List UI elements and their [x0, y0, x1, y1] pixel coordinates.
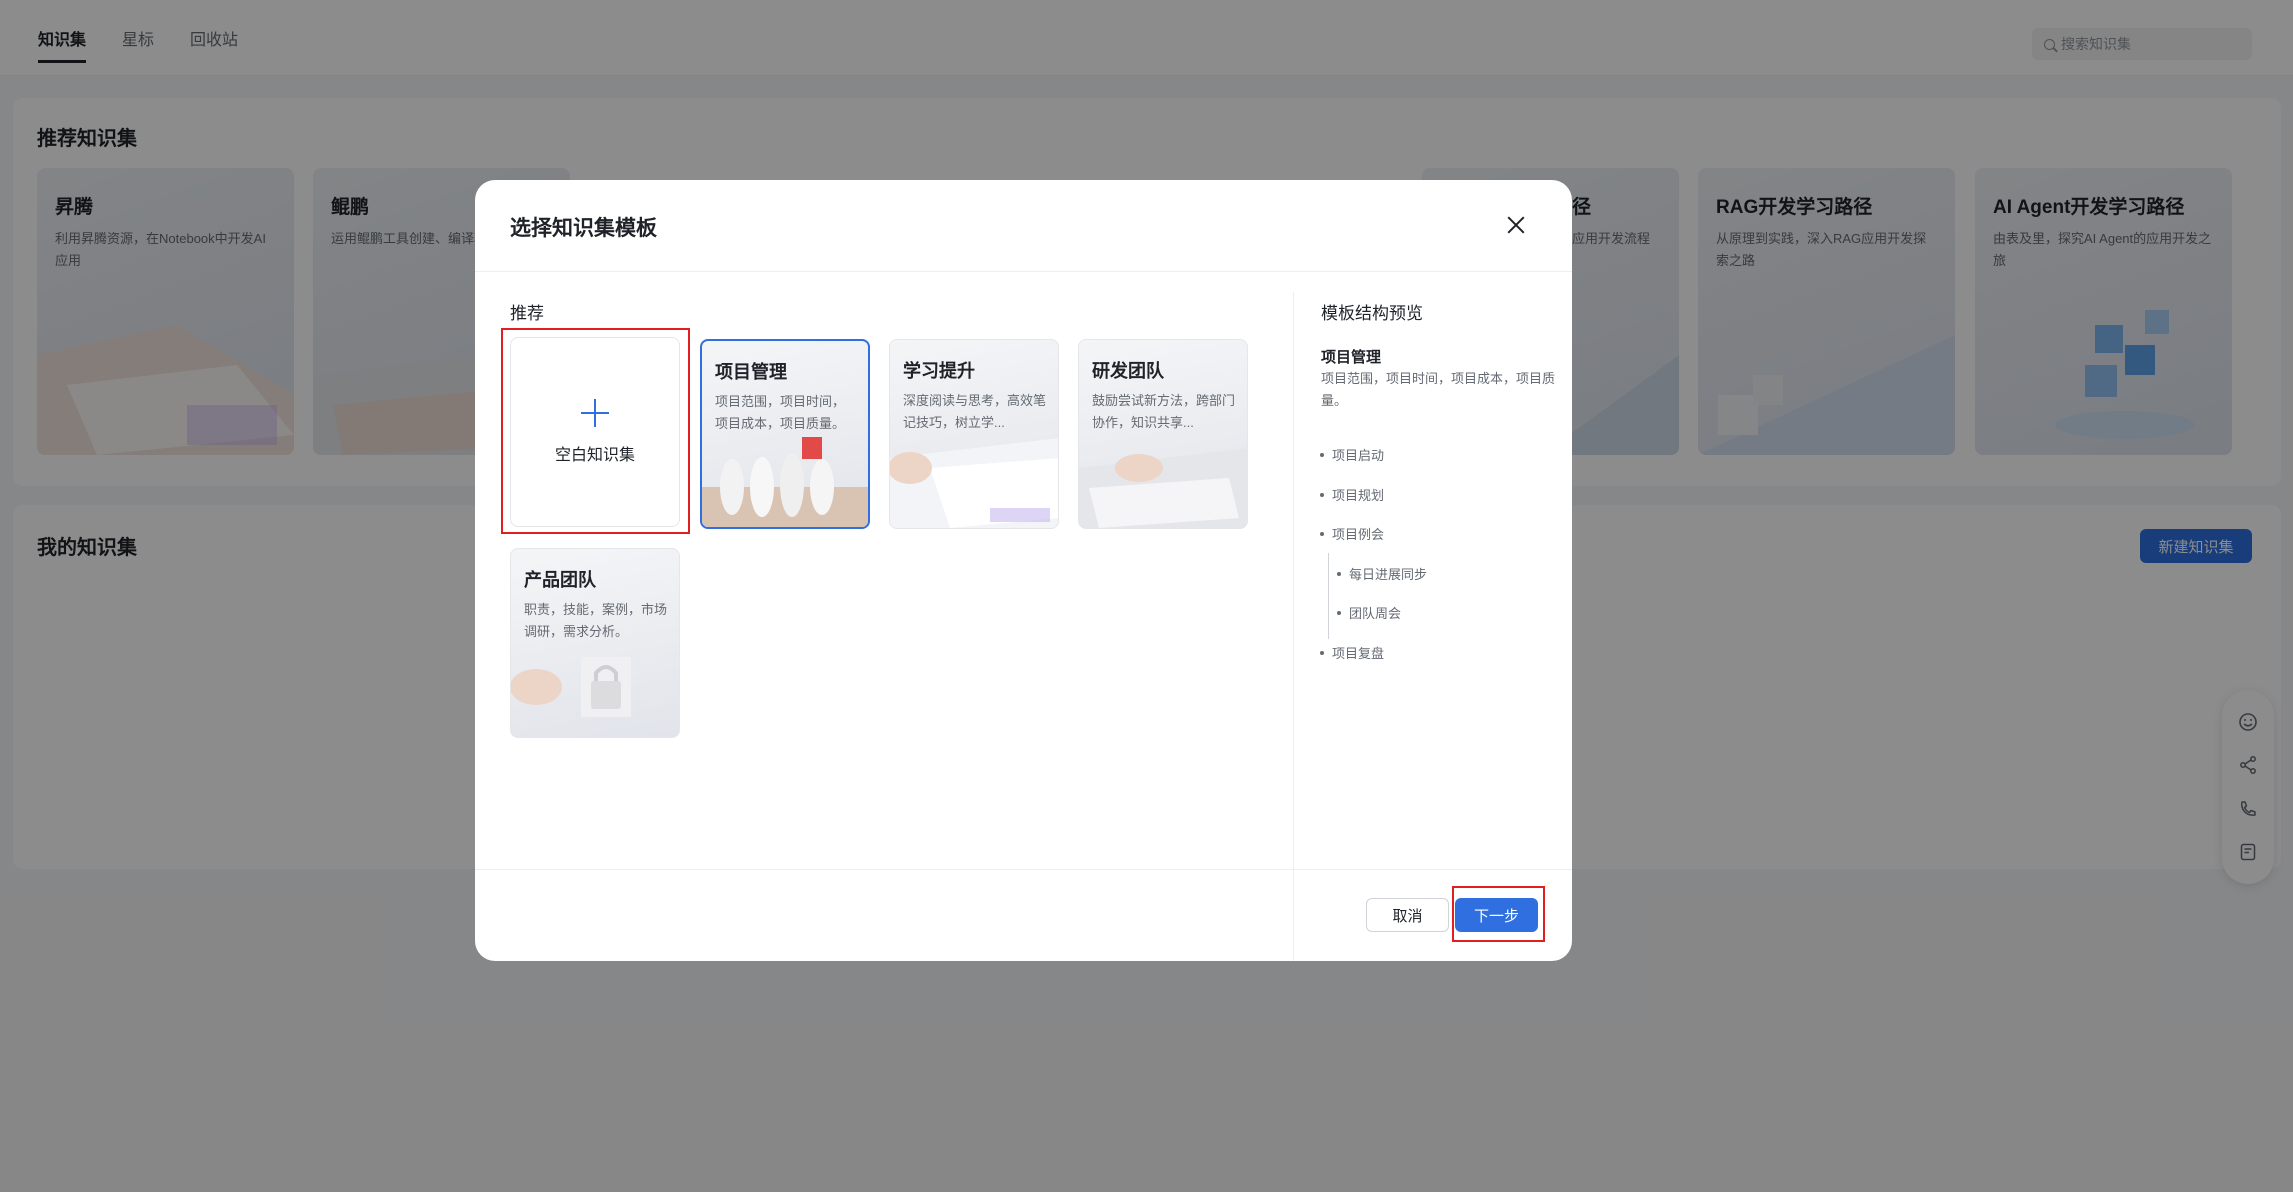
preview-template-desc: 项目范围，项目时间，项目成本，项目质量。: [1321, 371, 1556, 408]
template-desc: 鼓励尝试新方法，跨部门协作，知识共享...: [1092, 393, 1236, 430]
dialog-header-divider: [475, 271, 1572, 272]
preview-item: 项目启动: [1320, 445, 1384, 464]
template-card-rd-team[interactable]: 研发团队 鼓励尝试新方法，跨部门协作，知识共享...: [1078, 339, 1248, 529]
highlight-frame-next: [1452, 886, 1545, 942]
preview-template-name: 项目管理: [1321, 349, 1382, 366]
preview-divider: [1293, 292, 1294, 961]
template-image: [1079, 448, 1247, 528]
preview-item-label: 团队周会: [1349, 606, 1402, 621]
recommended-label: 推荐: [510, 304, 544, 323]
template-card-product-team[interactable]: 产品团队 职责，技能，案例，市场调研，需求分析。: [510, 548, 680, 738]
preview-item-label: 项目例会: [1332, 527, 1385, 542]
bullet-icon: [1337, 571, 1341, 576]
cancel-button[interactable]: 取消: [1366, 898, 1449, 932]
template-desc: 职责，技能，案例，市场调研，需求分析。: [524, 602, 668, 639]
template-desc: 深度阅读与思考，高效笔记技巧，树立学...: [903, 393, 1047, 430]
template-title: 研发团队: [1092, 361, 1164, 381]
template-dialog: 选择知识集模板 推荐 空白知识集 项目管理 项目范围，项目时间，项目成本，项目质…: [475, 180, 1572, 961]
template-card-learning[interactable]: 学习提升 深度阅读与思考，高效笔记技巧，树立学...: [889, 339, 1059, 529]
template-image: [511, 657, 631, 717]
dialog-title: 选择知识集模板: [510, 217, 657, 240]
template-title: 产品团队: [524, 570, 596, 590]
highlight-frame-blank: [501, 328, 690, 534]
template-title: 项目管理: [715, 362, 787, 382]
preview-subitem: 每日进展同步: [1337, 564, 1427, 583]
template-desc: 项目范围，项目时间，项目成本，项目质量。: [715, 394, 846, 431]
preview-item: 项目例会: [1320, 524, 1384, 543]
preview-subitem: 团队周会: [1337, 603, 1401, 622]
preview-item-label: 项目复盘: [1332, 646, 1385, 661]
preview-item-label: 项目启动: [1332, 448, 1385, 463]
bullet-icon: [1320, 452, 1324, 457]
bullet-icon: [1320, 531, 1324, 536]
preview-item-label: 项目规划: [1332, 488, 1385, 503]
preview-title: 模板结构预览: [1321, 304, 1423, 323]
close-icon[interactable]: [1505, 214, 1527, 236]
preview-item: 项目规划: [1320, 485, 1384, 504]
template-card-project-management[interactable]: 项目管理 项目范围，项目时间，项目成本，项目质量。: [700, 339, 870, 529]
template-image: [702, 437, 868, 527]
dialog-footer-divider: [475, 869, 1572, 870]
bullet-icon: [1337, 610, 1341, 615]
preview-item: 项目复盘: [1320, 643, 1384, 662]
bullet-icon: [1320, 650, 1324, 655]
template-title: 学习提升: [903, 361, 975, 381]
preview-tree-line: [1328, 553, 1329, 639]
template-image: [890, 438, 1058, 528]
bullet-icon: [1320, 492, 1324, 497]
preview-item-label: 每日进展同步: [1349, 567, 1428, 582]
